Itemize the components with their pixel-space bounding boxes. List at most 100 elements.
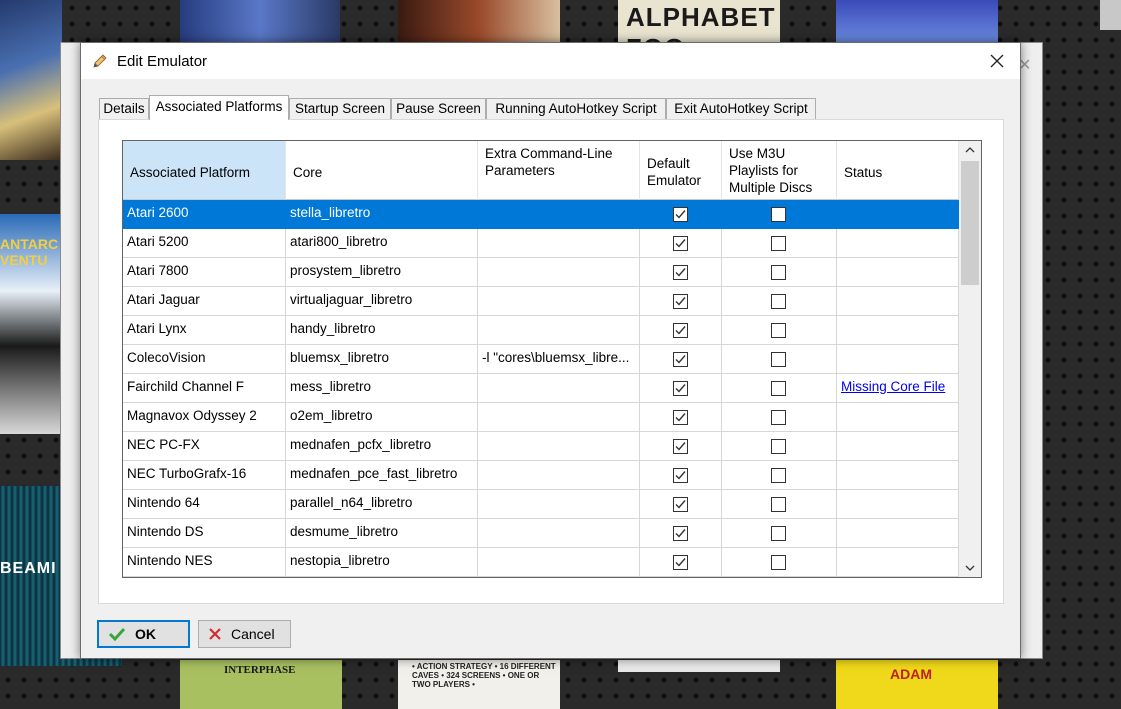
use-m3u-checkbox[interactable] [771, 439, 786, 454]
parameters-cell[interactable] [478, 403, 640, 432]
tab-exit-autohotkey-script[interactable]: Exit AutoHotkey Script [666, 98, 816, 119]
tab-pause-screen[interactable]: Pause Screen [391, 98, 486, 119]
table-row[interactable]: NEC TurboGrafx-16 mednafen_pce_fast_libre… [123, 461, 959, 490]
table-row[interactable]: Atari Jaguar virtualjaguar_libretro [123, 287, 959, 316]
status-cell [837, 403, 959, 432]
core-cell[interactable]: atari800_libretro [286, 229, 478, 258]
parameters-cell[interactable] [478, 548, 640, 577]
header-use-m3u[interactable]: Use M3U Playlists for Multiple Discs [722, 141, 837, 200]
use-m3u-checkbox[interactable] [771, 265, 786, 280]
default-emulator-checkbox[interactable] [672, 410, 688, 425]
core-cell[interactable]: prosystem_libretro [286, 258, 478, 287]
tab-associated-platforms[interactable]: Associated Platforms [149, 95, 289, 120]
parameters-cell[interactable] [478, 490, 640, 519]
scroll-up-button[interactable] [959, 141, 981, 159]
default-emulator-checkbox[interactable] [672, 294, 688, 309]
parameters-cell[interactable] [478, 229, 640, 258]
table-row[interactable]: Atari 5200 atari800_libretro [123, 229, 959, 258]
parameters-cell[interactable] [478, 519, 640, 548]
platform-cell[interactable]: Magnavox Odyssey 2 [123, 403, 286, 432]
use-m3u-checkbox[interactable] [771, 526, 786, 541]
core-cell[interactable]: stella_libretro [286, 200, 478, 229]
use-m3u-checkbox[interactable] [771, 468, 786, 483]
table-row[interactable]: Nintendo 64 parallel_n64_libretro [123, 490, 959, 519]
missing-core-file-link[interactable]: Missing Core File [841, 379, 945, 394]
default-emulator-checkbox[interactable] [672, 265, 688, 280]
use-m3u-checkbox[interactable] [771, 381, 786, 396]
platform-cell[interactable]: Nintendo NES [123, 548, 286, 577]
core-cell[interactable]: bluemsx_libretro [286, 345, 478, 374]
platform-cell[interactable]: Atari 2600 [123, 200, 286, 229]
platform-cell[interactable]: NEC TurboGrafx-16 [123, 461, 286, 490]
table-row[interactable]: Fairchild Channel Fmess_libretro Missing … [123, 374, 959, 403]
core-cell[interactable]: mednafen_pce_fast_libretro [286, 461, 478, 490]
parameters-cell[interactable] [478, 200, 640, 229]
default-emulator-checkbox[interactable] [672, 381, 688, 396]
header-extra-parameters[interactable]: Extra Command-Line Parameters [478, 141, 640, 200]
header-default-emulator[interactable]: Default Emulator [640, 141, 722, 200]
parameters-cell[interactable] [478, 287, 640, 316]
use-m3u-checkbox[interactable] [771, 410, 786, 425]
default-emulator-checkbox[interactable] [672, 352, 688, 367]
use-m3u-checkbox[interactable] [771, 323, 786, 338]
parameters-cell[interactable]: -l "cores\bluemsx_libre... [478, 345, 640, 374]
core-cell[interactable]: desmume_libretro [286, 519, 478, 548]
cancel-button[interactable]: Cancel [198, 620, 291, 648]
default-emulator-checkbox[interactable] [672, 207, 688, 222]
use-m3u-checkbox[interactable] [771, 236, 786, 251]
platform-cell[interactable]: Atari Jaguar [123, 287, 286, 316]
tab-startup-screen[interactable]: Startup Screen [289, 98, 391, 119]
platform-cell[interactable]: ColecoVision [123, 345, 286, 374]
header-associated-platform[interactable]: Associated Platform [123, 141, 286, 200]
platform-cell[interactable]: Nintendo DS [123, 519, 286, 548]
scrollbar-thumb[interactable] [961, 161, 979, 285]
core-cell[interactable]: o2em_libretro [286, 403, 478, 432]
parameters-cell[interactable] [478, 316, 640, 345]
vertical-scrollbar[interactable] [959, 141, 981, 577]
table-row[interactable]: Nintendo DS desmume_libretro [123, 519, 959, 548]
table-row[interactable]: NEC PC-FX mednafen_pcfx_libretro [123, 432, 959, 461]
table-row[interactable]: Atari Lynx handy_libretro [123, 316, 959, 345]
scroll-down-button[interactable] [959, 559, 981, 577]
core-cell[interactable]: mess_libretro [286, 374, 478, 403]
tab-running-autohotkey-script[interactable]: Running AutoHotkey Script [486, 98, 666, 119]
default-emulator-checkbox[interactable] [672, 526, 688, 541]
table-row[interactable]: Nintendo NES nestopia_libretro [123, 548, 959, 577]
parameters-cell[interactable] [478, 461, 640, 490]
parameters-cell[interactable] [478, 258, 640, 287]
use-m3u-checkbox[interactable] [771, 207, 786, 222]
default-emulator-checkbox[interactable] [672, 439, 688, 454]
platform-cell[interactable]: Nintendo 64 [123, 490, 286, 519]
default-emulator-checkbox[interactable] [672, 468, 688, 483]
use-m3u-checkbox[interactable] [771, 352, 786, 367]
parameters-cell[interactable] [478, 374, 640, 403]
parameters-cell[interactable] [478, 432, 640, 461]
table-row[interactable]: Magnavox Odyssey 2 o2em_libretro [123, 403, 959, 432]
use-m3u-checkbox[interactable] [771, 497, 786, 512]
tab-details[interactable]: Details [99, 98, 149, 119]
core-cell[interactable]: nestopia_libretro [286, 548, 478, 577]
core-cell[interactable]: parallel_n64_libretro [286, 490, 478, 519]
table-row[interactable]: Atari 2600 stella_libretro [123, 200, 959, 229]
platform-cell[interactable]: NEC PC-FX [123, 432, 286, 461]
table-row[interactable]: ColecoVision bluemsx_libretro -l "cores\bl… [123, 345, 959, 374]
header-status[interactable]: Status [837, 141, 959, 200]
platform-cell[interactable]: Fairchild Channel F [123, 374, 286, 403]
platform-cell[interactable]: Atari 5200 [123, 229, 286, 258]
core-cell[interactable]: mednafen_pcfx_libretro [286, 432, 478, 461]
core-cell[interactable]: virtualjaguar_libretro [286, 287, 478, 316]
use-m3u-checkbox[interactable] [771, 294, 786, 309]
ok-button[interactable]: OK [97, 620, 190, 648]
header-core[interactable]: Core [286, 141, 478, 200]
platform-cell[interactable]: Atari Lynx [123, 316, 286, 345]
default-emulator-checkbox[interactable] [672, 555, 688, 570]
default-emulator-checkbox[interactable] [672, 497, 688, 512]
default-emulator-checkbox[interactable] [672, 323, 688, 338]
close-button[interactable] [974, 43, 1020, 79]
background-game-cover: ANTARC VENTU [0, 214, 62, 434]
default-emulator-checkbox[interactable] [672, 236, 688, 251]
table-row[interactable]: Atari 7800 prosystem_libretro [123, 258, 959, 287]
core-cell[interactable]: handy_libretro [286, 316, 478, 345]
platform-cell[interactable]: Atari 7800 [123, 258, 286, 287]
use-m3u-checkbox[interactable] [771, 555, 786, 570]
